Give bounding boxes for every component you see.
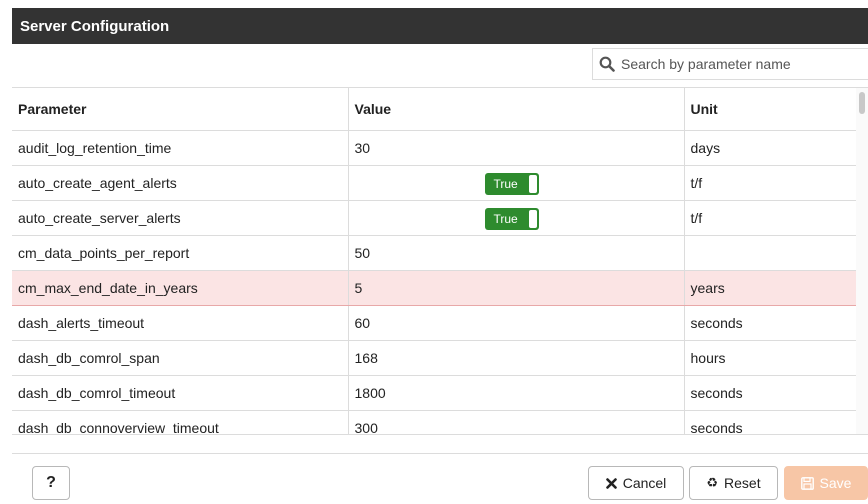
search-icon [599, 56, 615, 72]
unit-cell: t/f [684, 200, 856, 236]
search-input[interactable] [619, 55, 863, 73]
unit-cell: days [684, 130, 856, 166]
help-button[interactable]: ? [32, 466, 70, 500]
toggle-switch[interactable]: True [484, 173, 539, 195]
table-row[interactable]: audit_log_retention_time 30 days [12, 130, 856, 166]
column-header-parameter[interactable]: Parameter [12, 88, 349, 131]
parameter-cell: dash_alerts_timeout [12, 305, 349, 341]
search-box[interactable] [592, 48, 868, 80]
column-header-unit[interactable]: Unit [684, 88, 856, 131]
table-row[interactable]: dash_db_comrol_span 168 hours [12, 340, 856, 376]
value-cell[interactable]: 30 [348, 130, 685, 166]
parameter-cell: cm_data_points_per_report [12, 235, 349, 271]
dialog-titlebar: Server Configuration [12, 8, 868, 44]
parameters-grid: Parameter Value Unit audit_log_retention… [12, 88, 868, 434]
search-bar [12, 44, 868, 88]
unit-cell: hours [684, 340, 856, 376]
cancel-button-label: Cancel [622, 475, 667, 491]
unit-cell: t/f [684, 165, 856, 201]
value-cell: True [348, 165, 685, 201]
parameter-cell: dash_db_comrol_timeout [12, 375, 349, 411]
reset-button[interactable]: ♻ Reset [689, 466, 778, 500]
unit-cell: seconds [684, 410, 856, 434]
value-cell[interactable]: 5 [348, 270, 685, 306]
parameter-cell: dash_db_connoverview_timeout [12, 410, 349, 434]
vertical-scrollbar[interactable] [856, 88, 868, 434]
toggle-knob [528, 210, 537, 228]
toggle-switch[interactable]: True [484, 208, 539, 230]
table-row[interactable]: cm_data_points_per_report 50 [12, 235, 856, 271]
value-cell[interactable]: 60 [348, 305, 685, 341]
reset-button-label: Reset [724, 475, 761, 491]
column-header-value[interactable]: Value [348, 88, 685, 131]
value-cell: True [348, 200, 685, 236]
dialog-title: Server Configuration [20, 17, 170, 35]
parameter-cell: audit_log_retention_time [12, 130, 349, 166]
unit-cell: years [684, 270, 856, 306]
value-cell[interactable]: 300 [348, 410, 685, 434]
table-row[interactable]: dash_db_connoverview_timeout 300 seconds [12, 410, 856, 434]
parameter-cell: auto_create_server_alerts [12, 200, 349, 236]
horizontal-scrollbar[interactable] [12, 434, 868, 454]
table-row[interactable]: dash_alerts_timeout 60 seconds [12, 305, 856, 341]
parameter-cell: dash_db_comrol_span [12, 340, 349, 376]
scrollbar-thumb[interactable] [859, 92, 865, 114]
save-button[interactable]: Save [784, 466, 868, 500]
help-button-label: ? [46, 474, 56, 491]
table-row[interactable]: auto_create_server_alerts True t/f [12, 200, 856, 236]
value-cell[interactable]: 168 [348, 340, 685, 376]
toggle-label: True [493, 212, 518, 226]
unit-cell: seconds [684, 375, 856, 411]
toggle-knob [528, 175, 537, 193]
parameters-table: Parameter Value Unit audit_log_retention… [12, 88, 856, 434]
table-row[interactable]: dash_db_comrol_timeout 1800 seconds [12, 375, 856, 411]
table-row-highlighted[interactable]: cm_max_end_date_in_years 5 years [12, 270, 856, 306]
unit-cell [684, 235, 856, 271]
close-icon [605, 477, 617, 489]
toggle-label: True [493, 177, 518, 191]
parameter-cell: auto_create_agent_alerts [12, 165, 349, 201]
parameter-cell: cm_max_end_date_in_years [12, 270, 349, 306]
floppy-disk-icon [800, 476, 814, 490]
recycle-icon: ♻ [706, 475, 719, 490]
value-cell[interactable]: 1800 [348, 375, 685, 411]
unit-cell: seconds [684, 305, 856, 341]
server-configuration-dialog: Server Configuration Parameter Value Uni… [12, 8, 868, 504]
cancel-button[interactable]: Cancel [588, 466, 684, 500]
table-row[interactable]: auto_create_agent_alerts True t/f [12, 165, 856, 201]
save-button-label: Save [819, 475, 852, 491]
value-cell[interactable]: 50 [348, 235, 685, 271]
dialog-footer: ? Cancel ♻ Reset Save [12, 454, 868, 504]
table-header-row: Parameter Value Unit [12, 88, 856, 131]
